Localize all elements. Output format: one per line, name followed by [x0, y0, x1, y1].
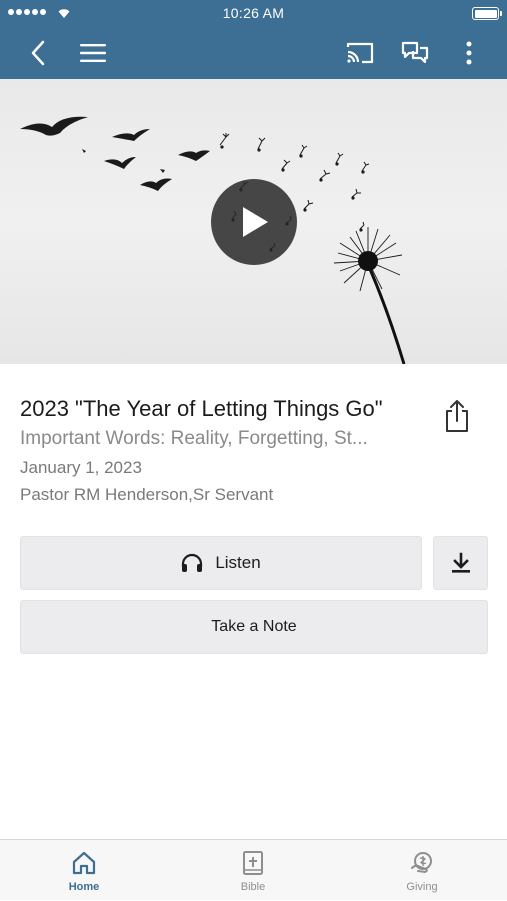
download-icon: [451, 552, 470, 573]
download-button[interactable]: [433, 536, 488, 590]
nav-bar: [0, 26, 507, 79]
play-button[interactable]: [211, 179, 297, 265]
sermon-artwork: [0, 79, 507, 364]
take-a-note-button[interactable]: Take a Note: [20, 600, 488, 654]
more-icon[interactable]: [447, 26, 491, 79]
chat-icon[interactable]: [393, 26, 437, 79]
sermon-title: 2023 "The Year of Letting Things Go": [20, 396, 383, 421]
take-a-note-label: Take a Note: [211, 618, 297, 635]
tab-giving[interactable]: Giving: [362, 840, 482, 901]
listen-button[interactable]: Listen: [20, 536, 422, 590]
tab-home[interactable]: Home: [24, 840, 144, 901]
sermon-subtitle: Important Words: Reality, Forgetting, St…: [20, 428, 368, 449]
bible-icon: [243, 851, 263, 875]
share-icon: [446, 400, 468, 432]
sermon-speaker: Pastor RM Henderson,Sr Servant: [20, 485, 274, 504]
status-bar: 10:26 AM: [0, 0, 507, 26]
listen-label: Listen: [215, 553, 261, 572]
tab-bible[interactable]: Bible: [193, 840, 313, 901]
headphones-icon: [182, 553, 203, 572]
menu-icon[interactable]: [71, 26, 115, 79]
back-icon[interactable]: [16, 26, 60, 79]
tab-home-label: Home: [68, 881, 100, 893]
battery-icon: [472, 7, 502, 20]
status-time: 10:26 AM: [222, 5, 285, 21]
play-icon: [243, 207, 268, 237]
giving-icon: [411, 852, 432, 874]
tab-giving-label: Giving: [406, 881, 438, 893]
tab-bible-label: Bible: [240, 881, 266, 893]
share-button[interactable]: [440, 398, 474, 434]
sermon-date: January 1, 2023: [20, 458, 142, 477]
home-icon: [72, 851, 96, 875]
tab-bar: Home Bible Giving: [0, 839, 507, 900]
cast-icon[interactable]: [338, 26, 382, 79]
